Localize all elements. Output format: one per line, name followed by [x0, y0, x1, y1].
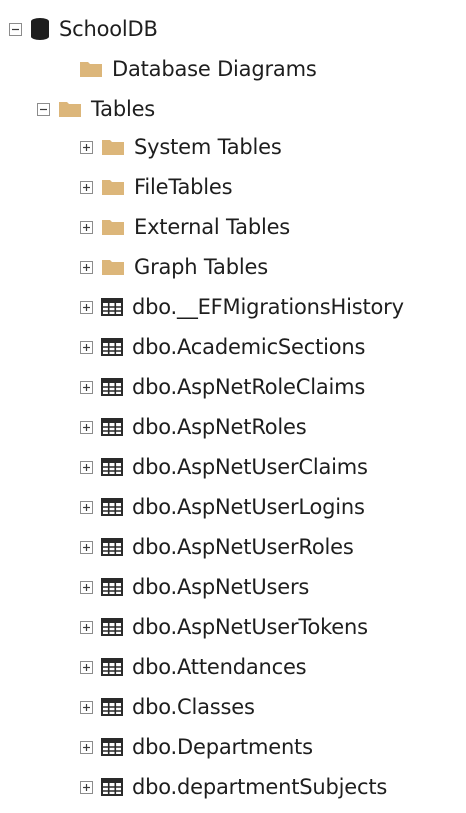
tree-node-table[interactable]: dbo.AspNetRoles [80, 407, 307, 447]
tree-node-label: dbo.AcademicSections [132, 335, 366, 359]
tree-node-table[interactable]: dbo.AspNetUserClaims [80, 447, 368, 487]
expand-toggle-icon[interactable] [80, 260, 93, 274]
table-icon [101, 537, 123, 557]
table-icon [101, 737, 123, 757]
table-icon [101, 417, 123, 437]
tree-node-label: System Tables [134, 135, 282, 159]
table-icon [101, 577, 123, 597]
tree-node-schooldb[interactable]: SchoolDB [9, 9, 158, 49]
expand-toggle-icon[interactable] [80, 180, 93, 194]
folder-icon [101, 137, 125, 157]
expand-toggle-icon[interactable] [80, 660, 93, 674]
tree-node-table[interactable]: dbo.__EFMigrationsHistory [80, 287, 404, 327]
tree-node-external-tables[interactable]: External Tables [80, 207, 290, 247]
table-icon [101, 617, 123, 637]
expand-toggle-icon[interactable] [80, 580, 93, 594]
tree-node-graph-tables[interactable]: Graph Tables [80, 247, 268, 287]
tree-node-system-tables[interactable]: System Tables [80, 127, 282, 167]
expand-toggle-icon[interactable] [80, 740, 93, 754]
tree-node-label: External Tables [134, 215, 291, 239]
expand-toggle-icon[interactable] [80, 340, 93, 354]
table-icon [101, 697, 123, 717]
tree-node-label: Database Diagrams [112, 57, 317, 81]
folder-icon [79, 59, 103, 79]
tree-node-label: dbo.Classes [132, 695, 255, 719]
tree-node-label: dbo.AspNetUsers [132, 575, 310, 599]
tree-node-table[interactable]: dbo.AspNetUserRoles [80, 527, 354, 567]
tree-node-table[interactable]: dbo.Departments [80, 727, 313, 767]
tree-node-table[interactable]: dbo.AspNetUserTokens [80, 607, 368, 647]
collapse-toggle-icon[interactable] [37, 102, 50, 116]
expand-toggle-icon[interactable] [80, 780, 93, 794]
tree-node-label: dbo.AspNetRoleClaims [132, 375, 366, 399]
tree-node-label: dbo.AspNetUserLogins [132, 495, 365, 519]
expand-toggle-icon[interactable] [80, 380, 93, 394]
table-icon [101, 777, 123, 797]
table-icon [101, 337, 123, 357]
tree-node-label: dbo.__EFMigrationsHistory [132, 295, 404, 319]
table-icon [101, 377, 123, 397]
expand-toggle-icon[interactable] [80, 420, 93, 434]
expand-toggle-icon[interactable] [80, 140, 93, 154]
tree-node-label: SchoolDB [59, 17, 158, 41]
expand-toggle-icon[interactable] [80, 620, 93, 634]
expand-toggle-icon[interactable] [80, 700, 93, 714]
tree-node-table[interactable]: dbo.AspNetUsers [80, 567, 309, 607]
tree-node-filetables[interactable]: FileTables [80, 167, 233, 207]
tree-node-table[interactable]: dbo.AspNetUserLogins [80, 487, 365, 527]
tree-node-table[interactable]: dbo.AspNetRoleClaims [80, 367, 365, 407]
tree-node-label: dbo.AspNetUserRoles [132, 535, 354, 559]
expand-toggle-icon[interactable] [80, 300, 93, 314]
table-icon [101, 457, 123, 477]
expand-toggle-icon[interactable] [80, 460, 93, 474]
tree-node-label: dbo.Attendances [132, 655, 307, 679]
tree-node-table[interactable]: dbo.AcademicSections [80, 327, 365, 367]
object-explorer-tree: SchoolDB Database Diagrams Tables System… [0, 0, 466, 813]
folder-icon [101, 257, 125, 277]
database-icon [30, 17, 50, 41]
tree-node-tables[interactable]: Tables [37, 89, 155, 129]
tree-node-label: dbo.AspNetUserTokens [132, 615, 368, 639]
expand-toggle-icon[interactable] [80, 540, 93, 554]
table-icon [101, 657, 123, 677]
folder-icon [58, 99, 82, 119]
tree-node-label: dbo.Departments [132, 735, 313, 759]
table-icon [101, 297, 123, 317]
tree-node-label: dbo.AspNetUserClaims [132, 455, 368, 479]
tree-node-label: FileTables [134, 175, 233, 199]
tree-node-table[interactable]: dbo.Attendances [80, 647, 307, 687]
folder-icon [101, 177, 125, 197]
table-icon [101, 497, 123, 517]
tree-node-label: Graph Tables [134, 255, 268, 279]
expand-toggle-icon[interactable] [80, 220, 93, 234]
tree-node-table[interactable]: dbo.departmentSubjects [80, 767, 387, 807]
tree-node-table[interactable]: dbo.Classes [80, 687, 255, 727]
collapse-toggle-icon[interactable] [9, 22, 22, 36]
tree-node-label: dbo.departmentSubjects [132, 775, 388, 799]
tree-node-database-diagrams[interactable]: Database Diagrams [58, 49, 317, 89]
tree-node-label: Tables [91, 97, 156, 121]
tree-node-label: dbo.AspNetRoles [132, 415, 307, 439]
expand-toggle-icon[interactable] [80, 500, 93, 514]
folder-icon [101, 217, 125, 237]
